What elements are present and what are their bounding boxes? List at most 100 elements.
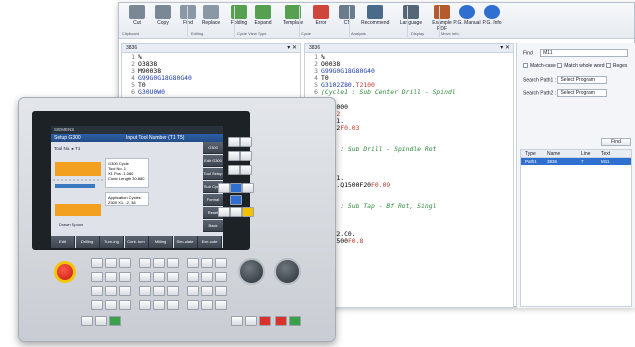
column-header[interactable]: Type <box>525 150 536 158</box>
machine-key[interactable] <box>275 316 287 326</box>
ribbon-p-g-info-button[interactable]: P.G. Info <box>478 5 506 33</box>
panel-key[interactable] <box>105 258 117 268</box>
panel-key[interactable] <box>139 286 151 296</box>
machine-key[interactable] <box>81 316 93 326</box>
panel-key[interactable] <box>187 300 199 310</box>
path2-select[interactable]: Select Program <box>557 89 608 97</box>
ribbon-cut-button[interactable]: Cut <box>123 5 151 33</box>
panel-key[interactable] <box>153 286 165 296</box>
panel-key[interactable] <box>91 300 103 310</box>
panel-key[interactable] <box>153 300 165 310</box>
panel-key[interactable] <box>119 272 131 282</box>
machine-key[interactable] <box>245 316 257 326</box>
panel-key[interactable] <box>201 272 213 282</box>
ribbon-copy-button[interactable]: Copy <box>149 5 177 33</box>
panel-key[interactable] <box>167 286 179 296</box>
panel-key[interactable] <box>153 258 165 268</box>
hmi-vertical-softkey[interactable]: Format <box>203 194 223 206</box>
panel-key[interactable] <box>139 258 151 268</box>
panel-key[interactable] <box>119 286 131 296</box>
panel-key[interactable] <box>215 258 227 268</box>
spindle-override-knob[interactable] <box>274 258 301 285</box>
navigation-key[interactable] <box>228 151 240 161</box>
regex-checkbox[interactable] <box>605 63 611 69</box>
navigation-key[interactable] <box>230 183 242 193</box>
panel-key[interactable] <box>215 286 227 296</box>
hmi-vertical-softkey[interactable]: Edit G300 <box>203 155 223 167</box>
panel-key[interactable] <box>105 272 117 282</box>
panel-key[interactable] <box>119 258 131 268</box>
column-header[interactable]: Name <box>547 150 560 158</box>
panel-key[interactable] <box>153 272 165 282</box>
emergency-stop-button[interactable] <box>54 261 76 283</box>
feed-override-knob[interactable] <box>238 258 265 285</box>
ribbon-error-button[interactable]: Error <box>307 5 335 33</box>
hmi-horizontal-softkey[interactable]: Turn-ing <box>100 236 124 248</box>
panel-key[interactable] <box>105 286 117 296</box>
navigation-key[interactable] <box>230 207 242 217</box>
ribbon-ct-button[interactable]: CT <box>333 5 361 33</box>
navigation-key[interactable] <box>240 165 252 175</box>
find-button[interactable]: Find <box>601 138 631 146</box>
panel-key[interactable] <box>187 286 199 296</box>
panel-key[interactable] <box>201 286 213 296</box>
match-whole-checkbox[interactable] <box>557 63 563 69</box>
panel-key[interactable] <box>139 272 151 282</box>
machine-key[interactable] <box>259 316 271 326</box>
table-row[interactable]: Path1 3836 7 M11 <box>521 158 631 165</box>
match-case-checkbox[interactable] <box>523 63 528 69</box>
ribbon-language-button[interactable]: Language <box>397 5 425 33</box>
panel-key[interactable] <box>215 300 227 310</box>
hmi-horizontal-softkey[interactable]: Cont. turn <box>124 236 149 248</box>
panel-key[interactable] <box>201 258 213 268</box>
ribbon-template-button[interactable]: Template <box>279 5 307 33</box>
navigation-key[interactable] <box>230 195 242 205</box>
hmi-horizontal-softkey[interactable]: Sim-ulate <box>173 236 198 248</box>
navigation-key[interactable] <box>228 165 240 175</box>
panel-key[interactable] <box>91 286 103 296</box>
hmi-horizontal-softkey[interactable]: Milling <box>149 236 173 248</box>
path1-select[interactable]: Select Program <box>557 76 608 84</box>
hmi-vertical-softkey[interactable]: Tool Setup <box>203 168 223 180</box>
panel-key[interactable] <box>167 272 179 282</box>
navigation-key[interactable] <box>218 207 230 217</box>
hmi-vertical-softkey[interactable]: G300 Cycle <box>203 142 223 162</box>
panel-key[interactable] <box>119 300 131 310</box>
ribbon-recommend-button[interactable]: Recommend <box>361 5 389 33</box>
panel-key[interactable] <box>167 300 179 310</box>
right-code-editor[interactable]: 1% 2 O0038 3 G99G0G18G80G40 4 T0 5 G3102Z80.T210… <box>305 53 513 260</box>
hmi-horizontal-softkey[interactable]: Exe-cute <box>198 236 222 248</box>
navigation-key[interactable] <box>240 137 252 147</box>
column-header[interactable]: Text <box>601 150 610 158</box>
panel-key[interactable] <box>187 272 199 282</box>
panel-key[interactable] <box>215 272 227 282</box>
machine-key[interactable] <box>289 316 301 326</box>
ribbon-expand-button[interactable]: Expand <box>249 5 277 33</box>
panel-key[interactable] <box>201 300 213 310</box>
ribbon-p-g-manual-button[interactable]: P.G. Manual <box>453 5 481 33</box>
navigation-key[interactable] <box>240 151 252 161</box>
find-input[interactable]: M11 <box>540 49 629 57</box>
hmi-horizontal-softkey[interactable]: Edit <box>51 236 75 248</box>
column-header[interactable]: Line <box>581 150 590 158</box>
panel-key[interactable] <box>91 258 103 268</box>
navigation-key[interactable] <box>228 137 240 147</box>
panel-key[interactable] <box>187 258 199 268</box>
navigation-key[interactable] <box>242 207 254 217</box>
hmi-status-bar: SIEMENS <box>51 126 223 134</box>
ribbon-replace-button[interactable]: Replace <box>197 5 225 33</box>
pane-close-icon[interactable]: ▾ ✕ <box>500 44 510 53</box>
machine-key[interactable] <box>109 316 121 326</box>
hmi-horizontal-softkey[interactable]: Drilling <box>75 236 100 248</box>
machine-key[interactable] <box>231 316 243 326</box>
panel-key[interactable] <box>139 300 151 310</box>
navigation-key[interactable] <box>242 183 254 193</box>
hmi-vertical-softkey[interactable]: Back <box>203 220 223 232</box>
machine-key[interactable] <box>95 316 107 326</box>
navigation-key[interactable] <box>218 183 230 193</box>
pane-close-icon[interactable]: ▾ ✕ <box>287 44 297 53</box>
panel-key[interactable] <box>105 300 117 310</box>
panel-key[interactable] <box>91 272 103 282</box>
ribbon-example-pdf-button[interactable]: Example PDF <box>428 5 456 33</box>
panel-key[interactable] <box>167 258 179 268</box>
